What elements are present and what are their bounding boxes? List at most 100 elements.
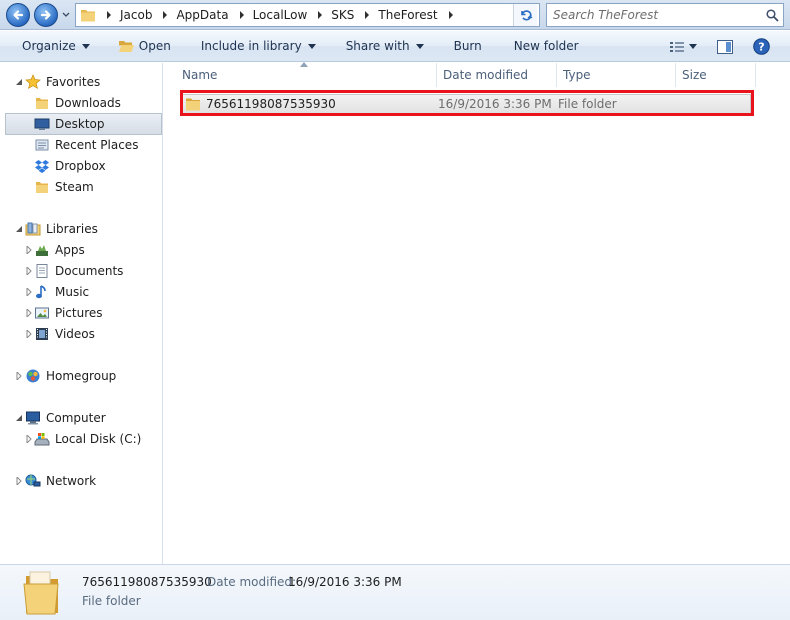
file-name: 76561198087535930: [206, 97, 336, 111]
nav-item-documents[interactable]: Documents: [34, 261, 123, 281]
share-with-button[interactable]: Share with: [326, 34, 434, 58]
expand-arrow-icon[interactable]: [15, 477, 23, 485]
breadcrumb[interactable]: Jacob AppData LocalLow SKS TheForest: [75, 3, 540, 27]
breadcrumb-label: SKS: [331, 8, 355, 22]
nav-label: Music: [55, 285, 90, 299]
nav-item-recent-places[interactable]: Recent Places: [34, 135, 138, 155]
new-folder-button[interactable]: New folder: [492, 34, 589, 58]
nav-label: Local Disk (C:): [55, 432, 142, 446]
nav-item-local-disk[interactable]: Local Disk (C:): [34, 429, 141, 449]
chevron-down-icon: [415, 43, 424, 49]
back-button[interactable]: [6, 3, 30, 27]
include-in-library-button[interactable]: Include in library: [181, 34, 326, 58]
include-in-library-label: Include in library: [200, 39, 302, 53]
collapse-arrow-icon[interactable]: [15, 78, 23, 86]
file-date-modified: 16/9/2016 3:36 PM: [438, 97, 552, 111]
help-button[interactable]: ?: [747, 35, 790, 59]
file-name-cell: 76561198087535930: [182, 97, 438, 111]
downloads-folder-icon: [34, 95, 50, 111]
chevron-down-icon: [307, 43, 316, 49]
collapse-arrow-icon[interactable]: [15, 414, 23, 422]
more-views-button[interactable]: [687, 35, 711, 59]
refresh-button[interactable]: [513, 4, 537, 26]
folder-icon: [186, 98, 200, 111]
search-input[interactable]: [547, 5, 761, 25]
back-arrow-icon: [13, 10, 24, 20]
nav-label: Desktop: [55, 117, 105, 131]
search-box: [546, 3, 784, 27]
column-header-date-modified[interactable]: Date modified: [437, 63, 557, 87]
expand-arrow-icon[interactable]: [25, 288, 33, 296]
nav-label: Dropbox: [55, 159, 106, 173]
burn-button[interactable]: Burn: [434, 34, 492, 58]
breadcrumb-item-locallow[interactable]: LocalLow: [249, 4, 328, 26]
navigation-pane: Favorites Downloads Desktop Recent Place…: [0, 63, 163, 564]
breadcrumb-label: LocalLow: [252, 8, 308, 22]
nav-item-homegroup[interactable]: Homegroup: [25, 366, 116, 386]
search-icon[interactable]: [761, 8, 783, 22]
column-header-name[interactable]: Name: [164, 62, 437, 87]
breadcrumb-item-appdata[interactable]: AppData: [172, 4, 248, 26]
nav-item-pictures[interactable]: Pictures: [34, 303, 103, 323]
nav-item-desktop[interactable]: Desktop: [5, 113, 162, 135]
expand-arrow-icon[interactable]: [25, 309, 33, 317]
forward-button[interactable]: [34, 3, 58, 27]
nav-item-videos[interactable]: Videos: [34, 324, 95, 344]
star-icon: [25, 74, 41, 90]
expand-arrow-icon[interactable]: [25, 246, 33, 254]
nav-item-steam[interactable]: Steam: [34, 177, 94, 197]
desktop-icon: [34, 116, 50, 132]
organize-button[interactable]: Organize: [0, 34, 100, 58]
address-bar-row: Jacob AppData LocalLow SKS TheForest: [0, 0, 790, 30]
nav-item-computer[interactable]: Computer: [25, 408, 106, 428]
nav-label: Pictures: [55, 306, 103, 320]
nav-item-music[interactable]: Music: [34, 282, 89, 302]
chevron-down-icon: [81, 43, 90, 49]
organize-label: Organize: [22, 39, 76, 53]
expand-arrow-icon[interactable]: [25, 330, 33, 338]
nav-label: Steam: [55, 180, 94, 194]
nav-item-apps[interactable]: Apps: [34, 240, 85, 260]
nav-label: Libraries: [46, 222, 98, 236]
column-header-type[interactable]: Type: [557, 63, 676, 87]
column-header-row: Name Date modified Type Size: [164, 62, 790, 87]
music-note-icon: [34, 284, 50, 300]
nav-label: Downloads: [55, 96, 121, 110]
details-file-type: File folder: [82, 594, 141, 608]
collapse-arrow-icon[interactable]: [15, 225, 23, 233]
breadcrumb-item-theforest[interactable]: TheForest: [374, 4, 457, 26]
nav-label: Documents: [55, 264, 124, 278]
column-header-label: Type: [563, 68, 591, 82]
file-list: Name Date modified Type Size 76561198087…: [164, 62, 790, 564]
recent-pages-dropdown-icon[interactable]: [61, 9, 71, 21]
network-icon: [25, 473, 41, 489]
nav-item-favorites[interactable]: Favorites: [25, 72, 100, 92]
large-folder-icon: [23, 571, 59, 615]
breadcrumb-item-jacob[interactable]: Jacob: [116, 4, 172, 26]
forward-arrow-icon: [40, 10, 51, 20]
film-strip-icon: [34, 326, 50, 342]
open-button[interactable]: Open: [100, 34, 181, 58]
expand-arrow-icon[interactable]: [15, 372, 23, 380]
change-view-button[interactable]: [663, 35, 687, 59]
nav-label: Computer: [46, 411, 106, 425]
folder-icon: [81, 10, 95, 22]
expand-arrow-icon[interactable]: [25, 435, 33, 443]
preview-pane-button[interactable]: [711, 35, 747, 59]
details-pane: 76561198087535930 Date modified: 16/9/20…: [0, 564, 790, 620]
nav-item-libraries[interactable]: Libraries: [25, 219, 98, 239]
chevron-down-icon: [689, 44, 697, 49]
nav-item-dropbox[interactable]: Dropbox: [34, 156, 106, 176]
breadcrumb-sep[interactable]: [102, 4, 116, 26]
breadcrumb-label: Jacob: [120, 8, 153, 22]
expand-arrow-icon[interactable]: [25, 267, 33, 275]
open-folder-icon: [118, 41, 134, 52]
column-header-size[interactable]: Size: [676, 63, 756, 87]
burn-label: Burn: [453, 39, 482, 53]
nav-item-network[interactable]: Network: [25, 471, 96, 491]
preview-pane-icon: [717, 39, 733, 54]
breadcrumb-item-sks[interactable]: SKS: [327, 4, 374, 26]
table-row[interactable]: 76561198087535930 16/9/2016 3:36 PM File…: [181, 94, 751, 114]
nav-label: Apps: [55, 243, 85, 257]
nav-item-downloads[interactable]: Downloads: [34, 93, 121, 113]
